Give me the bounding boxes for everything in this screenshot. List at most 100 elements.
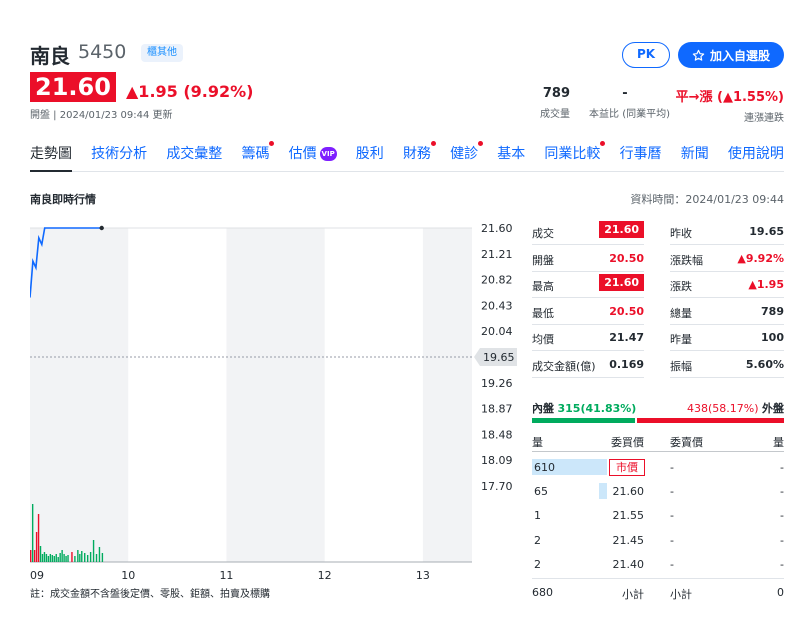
y-tick-label: 17.70: [481, 480, 513, 493]
inner-outer-bar: [532, 418, 784, 423]
notification-dot: [269, 141, 275, 146]
quote-label: 漲跌幅: [670, 253, 703, 267]
tab-valuation[interactable]: 估價 VIP: [289, 144, 337, 172]
volume-bar: [61, 550, 63, 562]
bid-qty: 2: [534, 533, 541, 547]
quote-value: 21.47: [609, 331, 644, 344]
tab-label: 成交彙整: [166, 146, 223, 162]
tab-label: 技術分析: [91, 146, 148, 162]
quote-row: 成交 21.60: [532, 218, 644, 245]
tab-chart[interactable]: 走勢圖: [30, 144, 72, 172]
add-to-watchlist-button[interactable]: 加入自選股: [678, 42, 784, 68]
data-time: 資料時間：2024/01/23 09:44: [630, 193, 784, 206]
quote-row: 總量 789: [670, 298, 784, 325]
ask-price: -: [670, 461, 674, 474]
tab-help[interactable]: 使用說明: [728, 144, 784, 172]
tab-chips[interactable]: 籌碼: [241, 141, 275, 172]
y-tick-label: 21.60: [481, 222, 513, 235]
quote-row: 均價 21.47: [532, 324, 644, 351]
tab-news[interactable]: 新聞: [681, 144, 709, 172]
bid-price: 21.55: [612, 509, 645, 523]
quote-value: 0.169: [609, 357, 644, 371]
x-tick-label: 09: [30, 569, 44, 582]
tab-label: 使用說明: [727, 146, 784, 162]
tab-health[interactable]: 健診: [450, 141, 484, 172]
quote-value: 19.65: [749, 225, 784, 238]
tab-basic[interactable]: 基本: [497, 144, 525, 172]
volume-bar: [30, 550, 32, 562]
volume-bar: [71, 552, 73, 562]
bid-price: 21.45: [612, 533, 645, 547]
y-tick-label: 19.26: [481, 377, 513, 390]
bid-price-header: 委買價: [611, 436, 644, 449]
y-tick-label: 18.87: [481, 403, 513, 416]
volume-bar: [45, 554, 48, 562]
volume-bar: [63, 554, 65, 562]
volume-bar: [98, 547, 101, 562]
stat-value: 789: [542, 86, 570, 101]
footnote: 註：成交金額不含盤後定價、零股、鉅額、拍賣及標購: [30, 589, 270, 600]
ask-qty-header: 量: [773, 436, 784, 449]
y-tick-label: 20.43: [481, 299, 513, 312]
volume-bar: [49, 554, 52, 562]
tab-label: 股利: [355, 146, 384, 162]
x-tick-label: 10: [121, 569, 135, 582]
pk-button[interactable]: PK: [622, 42, 670, 68]
stat-value: 平→漲 (▲1.55%): [675, 90, 784, 105]
star-icon: [692, 49, 705, 61]
quote-label: 漲跌: [670, 280, 692, 293]
tab-bar: 走勢圖 技術分析 成交彙整 籌碼 估價 VIP 股利 財務 健診 基本 同業比較 …: [30, 141, 784, 172]
bid-volume-bar: [598, 483, 607, 500]
volume-bar: [43, 552, 46, 562]
notification-dot: [478, 141, 484, 146]
order-book-divider: [532, 451, 784, 452]
bid-qty-header: 量: [532, 436, 543, 449]
volume-bar: [95, 554, 98, 562]
tab-technical[interactable]: 技術分析: [91, 144, 147, 172]
y-tick-label: 20.04: [481, 325, 513, 338]
notification-dot: [430, 141, 436, 146]
tab-label: 行事曆: [619, 146, 662, 162]
bid-qty: 65: [534, 485, 548, 499]
volume-bar: [79, 554, 81, 562]
volume-bar: [51, 555, 54, 562]
tab-calendar[interactable]: 行事曆: [620, 144, 662, 172]
tab-label: 走勢圖: [30, 146, 72, 162]
tab-dividend[interactable]: 股利: [356, 144, 384, 172]
quote-row: 昨量 100: [670, 324, 784, 351]
quote-label: 成交金額(億): [532, 359, 596, 373]
y-tick-label: 18.48: [481, 428, 513, 441]
volume-bar: [74, 556, 76, 562]
inner-label: 內盤: [532, 402, 554, 415]
quote-value: 789: [761, 304, 784, 318]
market-badge[interactable]: 櫃其他: [141, 44, 183, 62]
quote-value: 21.60: [599, 274, 644, 291]
quote-value: 100: [761, 331, 784, 344]
stat-label: 成交量: [540, 109, 570, 120]
volume-bar: [77, 550, 79, 562]
bid-price: 21.60: [612, 485, 645, 499]
volume-bar: [35, 532, 38, 562]
volume-bar: [57, 557, 59, 562]
outer-label: 外盤: [762, 402, 784, 415]
quote-label: 最高: [532, 280, 554, 293]
ask-qty: -: [780, 509, 784, 523]
stat-value: -: [622, 86, 628, 101]
x-tick-label: 12: [318, 569, 332, 582]
quote-label: 振幅: [670, 359, 692, 373]
ask-price: -: [670, 533, 674, 547]
ask-price: -: [670, 509, 674, 523]
intraday-chart[interactable]: 21.60 21.21 20.82 20.43 20.04 19.26 18.87 18.48…: [30, 222, 520, 602]
bid-subtotal-label: 小計: [622, 588, 644, 601]
x-tick-label: 11: [219, 569, 233, 582]
quote-row: 開盤 20.50: [532, 245, 644, 272]
hour-band: [422, 228, 472, 562]
tab-financials[interactable]: 財務: [403, 141, 436, 172]
bid-subtotal: 680: [532, 586, 553, 599]
quote-label: 總量: [670, 306, 692, 320]
tab-trades[interactable]: 成交彙整: [166, 144, 222, 172]
ask-subtotal-label: 小計: [670, 588, 692, 601]
notification-dot: [600, 141, 606, 146]
tab-peer-compare[interactable]: 同業比較: [544, 141, 606, 172]
quote-row: 成交金額(億) 0.169: [532, 351, 644, 378]
